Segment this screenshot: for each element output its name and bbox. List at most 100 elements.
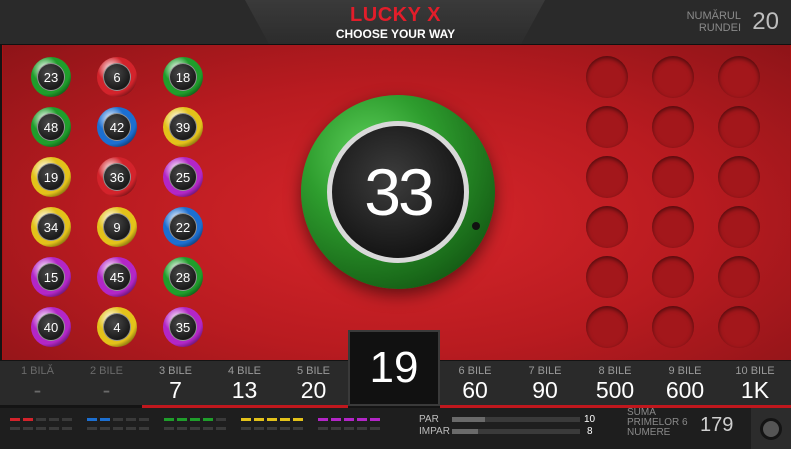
par-label: PAR	[419, 414, 439, 425]
impar-fill	[452, 429, 478, 434]
drawn-ball-number: 19	[37, 163, 65, 191]
color-stat-segment	[10, 418, 20, 421]
color-stat-segment	[87, 427, 97, 430]
menu-button[interactable]	[751, 408, 791, 449]
drawn-ball: 18	[163, 57, 203, 97]
empty-ball-slot	[652, 106, 694, 148]
color-stat-segment	[62, 418, 72, 421]
drawn-ball: 19	[31, 157, 71, 197]
empty-ball-slot	[718, 106, 760, 148]
drawn-ball-number: 18	[169, 63, 197, 91]
round-number: 20	[752, 8, 779, 35]
game-screen: LUCKY X CHOOSE YOUR WAY NUMĂRUL RUNDEI 2…	[0, 0, 791, 449]
payout-cell: 3 BILE 7	[141, 361, 210, 405]
empty-ball-slot	[652, 156, 694, 198]
drawn-ball-number: 22	[169, 213, 197, 241]
drawn-ball-number: 25	[169, 163, 197, 191]
header: LUCKY X CHOOSE YOUR WAY NUMĂRUL RUNDEI 2…	[0, 0, 791, 45]
drawn-ball-number: 15	[37, 263, 65, 291]
drawn-ball: 23	[31, 57, 71, 97]
sum-label: SUMA PRIMELOR 6 NUMERE	[627, 407, 688, 438]
payout-value: 7	[169, 377, 182, 403]
payout-value: 90	[532, 377, 558, 403]
drawn-ball: 39	[163, 107, 203, 147]
payout-label: 9 BILE	[668, 365, 702, 377]
color-stat-segment	[36, 418, 46, 421]
logo-icon	[760, 417, 782, 440]
payout-value: 1K	[740, 377, 770, 403]
impar-bar	[452, 429, 580, 434]
payout-label: 6 BILE	[458, 365, 492, 377]
color-stat-segment	[344, 418, 354, 421]
color-stat-segment	[344, 427, 354, 430]
current-ball-face: 33	[327, 121, 469, 263]
payout-label: 5 BILE	[296, 365, 331, 377]
color-stat-segment	[267, 418, 277, 421]
color-stat-segment	[23, 427, 33, 430]
drawn-ball: 40	[31, 307, 71, 347]
color-stat-segment	[62, 427, 72, 430]
empty-ball-slot	[718, 206, 760, 248]
empty-ball-slot	[652, 256, 694, 298]
payout-value: -	[102, 377, 111, 403]
empty-ball-slot	[586, 106, 628, 148]
payout-cell: 4 BILE 13	[210, 361, 279, 405]
drawn-ball: 25	[163, 157, 203, 197]
drawn-ball: 36	[97, 157, 137, 197]
payout-label: 7 BILE	[528, 365, 562, 377]
color-stat-segment	[113, 418, 123, 421]
color-stat-segment	[164, 427, 174, 430]
color-stat-segment	[331, 427, 341, 430]
color-stat-segment	[49, 418, 59, 421]
color-stat-segment	[164, 418, 174, 421]
empty-ball-slot	[586, 256, 628, 298]
stats-bar: PAR 10 IMPAR 8 SUMA PRIMELOR 6 NUMERE 17…	[0, 408, 791, 449]
color-stat-segment	[216, 418, 226, 421]
drawn-ball-number: 40	[37, 313, 65, 341]
payout-cell: 1 BILĂ -	[3, 361, 72, 405]
drawn-ball-number: 23	[37, 63, 65, 91]
color-stat-segment	[36, 427, 46, 430]
impar-value: 8	[587, 426, 593, 437]
drawn-ball-number: 48	[37, 113, 65, 141]
color-stat-segment	[280, 418, 290, 421]
color-stat-segment	[23, 418, 33, 421]
drawn-ball: 22	[163, 207, 203, 247]
color-stat-segment	[126, 418, 136, 421]
color-stat-segment	[203, 418, 213, 421]
color-stat-segment	[254, 427, 264, 430]
empty-ball-slot	[586, 306, 628, 348]
color-stat-segment	[357, 418, 367, 421]
color-stat-segment	[318, 418, 328, 421]
empty-ball-slot	[652, 306, 694, 348]
sum-value: 179	[700, 414, 734, 436]
color-stat-segment	[10, 427, 20, 430]
payout-cell: 2 BILE -	[72, 361, 141, 405]
drawn-ball-number: 9	[103, 213, 131, 241]
color-stat-segment	[126, 427, 136, 430]
color-stat-segment	[280, 427, 290, 430]
drawn-ball-number: 42	[103, 113, 131, 141]
payout-label: 4 BILE	[227, 365, 262, 377]
drawn-ball: 34	[31, 207, 71, 247]
color-stat-segment	[293, 418, 303, 421]
drawn-ball: 15	[31, 257, 71, 297]
color-stat-segment	[370, 427, 380, 430]
color-stat-segment	[100, 427, 110, 430]
empty-ball-slot	[652, 206, 694, 248]
payout-value: 13	[231, 377, 258, 403]
color-stat-segment	[177, 418, 187, 421]
round-label: NUMĂRUL RUNDEI	[686, 10, 741, 34]
par-bar	[452, 417, 580, 422]
payout-value: 60	[462, 377, 488, 403]
drawn-ball: 42	[97, 107, 137, 147]
drawn-ball: 6	[97, 57, 137, 97]
impar-label: IMPAR	[419, 426, 450, 437]
color-stat-segment	[370, 418, 380, 421]
par-fill	[452, 417, 486, 422]
payout-label: 8 BILE	[598, 365, 632, 377]
drawn-ball: 4	[97, 307, 137, 347]
draw-board: 33 23 6 18 48 42 39 19 36 25 34 9 22 15 45 28 40 4 35	[2, 45, 791, 360]
color-stat-segment	[331, 418, 341, 421]
empty-ball-slot	[586, 206, 628, 248]
